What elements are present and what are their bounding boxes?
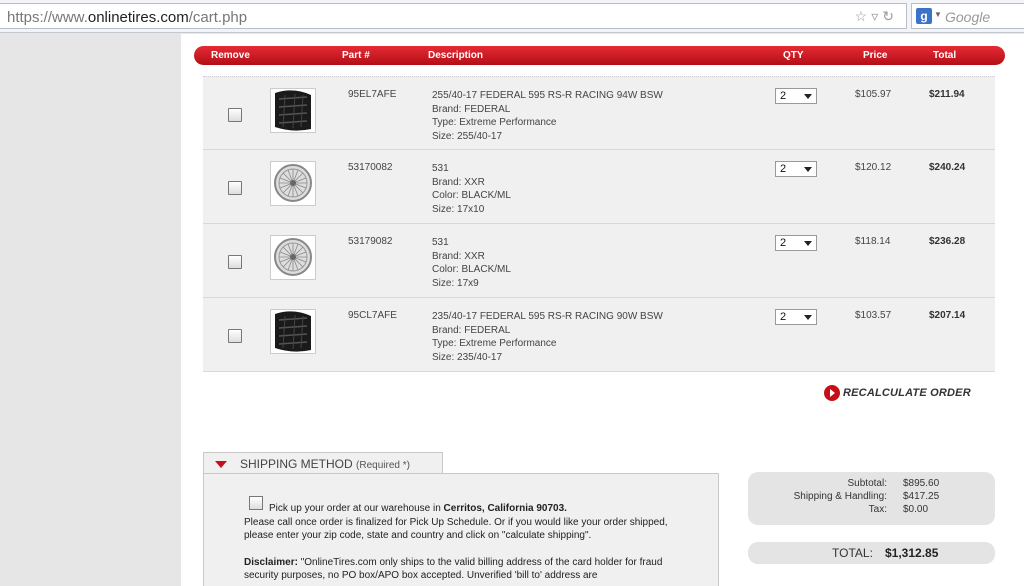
shipping-method-panel: Pick up your order at our warehouse in C…	[203, 473, 719, 586]
dropdown-icon[interactable]: ▿	[871, 8, 882, 24]
cart-row: 53170082 531 Brand: XXR Color: BLACK/ML …	[203, 150, 995, 224]
cart-page: Remove Part # Description QTY Price Tota…	[181, 34, 1024, 586]
cart-row: 53179082 531 Brand: XXR Color: BLACK/ML …	[203, 224, 995, 298]
qty-value: 2	[780, 163, 787, 175]
unit-price: $103.57	[855, 310, 892, 321]
remove-checkbox[interactable]	[228, 108, 242, 122]
header-price: Price	[863, 50, 888, 61]
item-type: Type: Extreme Performance	[432, 117, 557, 128]
subtotal-label: Subtotal:	[847, 478, 887, 489]
item-type: Type: Extreme Performance	[432, 338, 557, 349]
item-size: Size: 17x9	[432, 277, 479, 289]
item-brand: Brand: XXR	[432, 176, 485, 188]
play-arrow-icon	[824, 385, 840, 401]
chevron-down-icon	[804, 94, 812, 99]
address-bar[interactable]: https://www.onlinetires.com/cart.php ☆▿↻	[0, 3, 907, 29]
shipping-text: Pick up your order at our warehouse in C…	[244, 502, 684, 583]
part-number: 53170082	[348, 162, 393, 173]
chevron-down-icon[interactable]: ▼	[934, 10, 942, 19]
shipping-method-tab[interactable]: SHIPPING METHOD (Required *)	[203, 452, 443, 474]
qty-value: 2	[780, 311, 787, 323]
tire-icon[interactable]	[270, 309, 316, 354]
unit-price: $118.14	[855, 236, 891, 247]
qty-value: 2	[780, 237, 787, 249]
chevron-down-icon	[804, 167, 812, 172]
item-brand: Brand: FEDERAL	[432, 103, 511, 115]
header-total: Total	[933, 50, 957, 61]
cart-row: 95CL7AFE 235/40-17 FEDERAL 595 RS-R RACI…	[203, 298, 995, 372]
item-title[interactable]: 255/40-17 FEDERAL 595 RS-R RACING 94W BS…	[432, 89, 663, 103]
grand-total: TOTAL: $1,312.85	[748, 542, 995, 564]
qty-select[interactable]: 2	[775, 161, 817, 177]
total-value: $1,312.85	[885, 546, 939, 560]
qty-select[interactable]: 2	[775, 88, 817, 104]
bookmark-star-icon[interactable]: ☆	[855, 8, 872, 24]
browser-toolbar: https://www.onlinetires.com/cart.php ☆▿↻…	[0, 0, 1024, 33]
header-remove: Remove	[211, 50, 250, 61]
qty-select[interactable]: 2	[775, 309, 817, 325]
wheel-icon[interactable]	[270, 235, 316, 280]
cart-header-bar: Remove Part # Description QTY Price Tota…	[194, 46, 1005, 65]
line-total: $240.24	[929, 162, 966, 173]
item-color: Color: BLACK/ML	[432, 264, 511, 275]
item-brand: Brand: XXR	[432, 250, 485, 262]
total-label: TOTAL:	[832, 546, 873, 560]
item-title[interactable]: 235/40-17 FEDERAL 595 RS-R RACING 90W BS…	[432, 310, 663, 324]
tire-icon[interactable]	[270, 88, 316, 133]
reload-icon[interactable]: ↻	[882, 8, 898, 24]
qty-value: 2	[780, 90, 787, 102]
remove-checkbox[interactable]	[228, 329, 242, 343]
disclaimer: Disclaimer: "OnlineTires.com only ships …	[244, 556, 663, 582]
search-bar[interactable]: g ▼ Google	[911, 3, 1024, 29]
header-part: Part #	[342, 50, 370, 61]
item-color: Color: BLACK/ML	[432, 190, 511, 201]
google-icon[interactable]: g	[916, 8, 932, 24]
remove-checkbox[interactable]	[228, 181, 242, 195]
remove-checkbox[interactable]	[228, 255, 242, 269]
item-title[interactable]: 531	[432, 236, 511, 250]
item-size: Size: 17x10	[432, 203, 485, 215]
header-qty: QTY	[783, 50, 804, 61]
item-description: 255/40-17 FEDERAL 595 RS-R RACING 94W BS…	[432, 89, 663, 143]
search-placeholder: Google	[945, 9, 991, 25]
cart-row: 95EL7AFE 255/40-17 FEDERAL 595 RS-R RACI…	[203, 76, 995, 150]
part-number: 95EL7AFE	[348, 89, 397, 100]
item-size: Size: 235/40-17	[432, 351, 503, 363]
chevron-down-icon	[804, 241, 812, 246]
order-summary: Subtotal: $895.60 Shipping & Handling: $…	[748, 472, 995, 525]
qty-select[interactable]: 2	[775, 235, 817, 251]
pickup-note: Please call once order is finalized for …	[244, 516, 668, 542]
shipping-label: Shipping & Handling:	[793, 491, 887, 502]
item-description: 531 Brand: XXR Color: BLACK/ML Size: 17x…	[432, 236, 511, 290]
unit-price: $120.12	[855, 162, 892, 173]
unit-price: $105.97	[855, 89, 892, 100]
cart-items: 95EL7AFE 255/40-17 FEDERAL 595 RS-R RACI…	[203, 76, 995, 372]
part-number: 95CL7AFE	[348, 310, 397, 321]
item-title[interactable]: 531	[432, 162, 511, 176]
item-description: 531 Brand: XXR Color: BLACK/ML Size: 17x…	[432, 162, 511, 216]
line-total: $236.28	[929, 236, 966, 247]
address-icons: ☆▿↻	[855, 8, 898, 25]
line-total: $207.14	[929, 310, 966, 321]
address-text: https://www.onlinetires.com/cart.php	[7, 9, 248, 26]
item-brand: Brand: FEDERAL	[432, 324, 511, 336]
tax-value: $0.00	[903, 504, 929, 515]
subtotal-value: $895.60	[903, 478, 940, 489]
tax-label: Tax:	[868, 504, 887, 515]
shipping-method-title: SHIPPING METHOD (Required *)	[240, 457, 410, 471]
item-description: 235/40-17 FEDERAL 595 RS-R RACING 90W BS…	[432, 310, 663, 364]
chevron-down-icon	[804, 315, 812, 320]
line-total: $211.94	[929, 89, 965, 100]
part-number: 53179082	[348, 236, 393, 247]
item-size: Size: 255/40-17	[432, 130, 503, 142]
wheel-icon[interactable]	[270, 161, 316, 206]
pickup-line: Pick up your order at our warehouse in C…	[269, 503, 567, 514]
triangle-down-icon	[215, 461, 227, 468]
shipping-value: $417.25	[903, 491, 940, 502]
recalculate-label: RECALCULATE ORDER	[843, 387, 971, 399]
header-description: Description	[428, 50, 484, 61]
